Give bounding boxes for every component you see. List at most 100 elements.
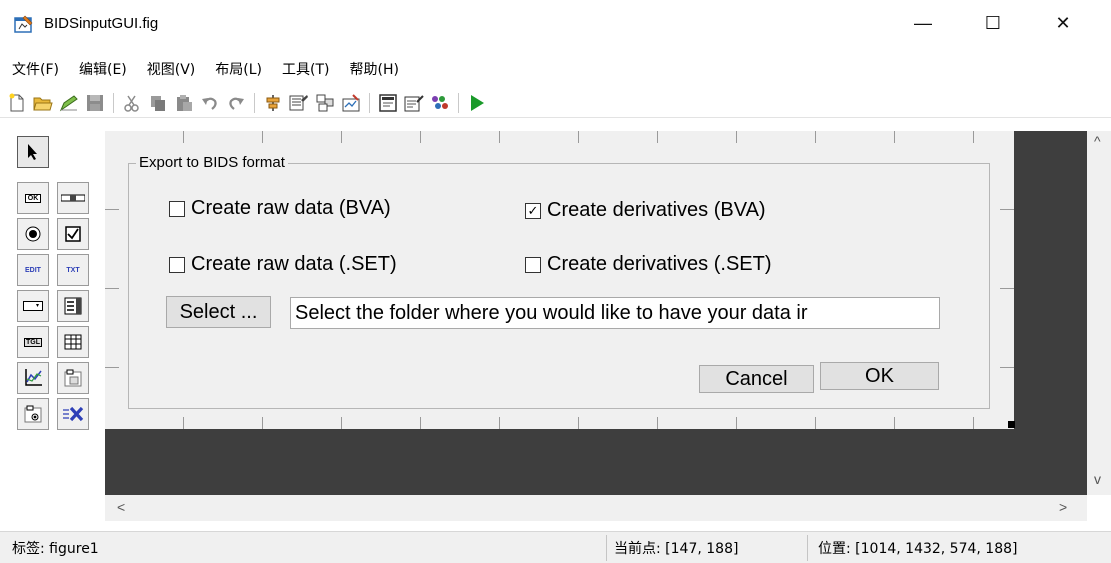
- editor-icon[interactable]: [403, 92, 425, 114]
- push-button-icon: OK: [24, 193, 42, 203]
- checkbox-derivatives-bva[interactable]: ✓ Create derivatives (BVA): [525, 199, 766, 222]
- palette-select-tool[interactable]: [17, 136, 49, 168]
- palette-slider[interactable]: [57, 182, 89, 214]
- toolbar-editor-icon[interactable]: [429, 92, 451, 114]
- close-button[interactable]: ✕: [1040, 0, 1086, 46]
- palette-push-button[interactable]: OK: [17, 182, 49, 214]
- object-browser-icon[interactable]: [377, 92, 399, 114]
- toolbar-separator: [113, 92, 114, 113]
- toggle-button-icon: TGL: [24, 337, 42, 347]
- close-icon: ✕: [1055, 12, 1071, 33]
- palette-edit-text[interactable]: EDIT: [17, 254, 49, 286]
- scroll-up-icon[interactable]: ^: [1094, 133, 1101, 149]
- palette-button-group[interactable]: [17, 398, 49, 430]
- ok-button[interactable]: OK: [820, 362, 939, 390]
- horizontal-scrollbar[interactable]: < >: [105, 495, 1087, 521]
- slider-icon: [61, 194, 85, 202]
- menu-layout[interactable]: 布局(L): [215, 59, 262, 79]
- checkbox-box: [169, 256, 185, 273]
- checkbox-label: Create derivatives (BVA): [547, 199, 766, 221]
- palette-checkbox[interactable]: [57, 218, 89, 250]
- cancel-button[interactable]: Cancel: [699, 365, 814, 393]
- menu-editor-icon[interactable]: [340, 92, 362, 114]
- status-divider: [606, 535, 607, 561]
- tab-order-icon[interactable]: [314, 92, 336, 114]
- activex-icon: [63, 406, 84, 422]
- table-icon: [64, 334, 82, 350]
- select-folder-button[interactable]: Select ...: [166, 296, 271, 328]
- figure-app-icon: [14, 14, 34, 34]
- checkbox-label: Create derivatives (.SET): [547, 253, 772, 275]
- figure-resize-handle[interactable]: [1008, 421, 1015, 428]
- property-inspector-icon[interactable]: [288, 92, 310, 114]
- static-text-icon: TXT: [66, 266, 80, 274]
- open-folder-icon[interactable]: [32, 92, 54, 114]
- listbox-icon: [64, 297, 82, 315]
- checkbox-box-checked: ✓: [525, 202, 541, 219]
- paste-icon[interactable]: [173, 92, 195, 114]
- minimize-icon: —: [914, 12, 932, 33]
- popup-menu-icon: [23, 301, 43, 311]
- folder-path-input[interactable]: Select the folder where you would like t…: [290, 297, 940, 329]
- palette-activex[interactable]: [57, 398, 89, 430]
- palette-panel[interactable]: [57, 362, 89, 394]
- scroll-right-icon[interactable]: >: [1059, 499, 1067, 515]
- checkbox-label: Create raw data (BVA): [191, 197, 391, 219]
- checkbox-box: [525, 256, 541, 273]
- menu-edit[interactable]: 编辑(E): [79, 59, 127, 79]
- status-divider: [807, 535, 808, 561]
- copy-icon[interactable]: [147, 92, 169, 114]
- status-position: 位置: [1014, 1432, 574, 188]: [818, 541, 1018, 557]
- toolbar-separator: [369, 92, 370, 113]
- edit-text-icon: EDIT: [25, 266, 41, 274]
- status-bar: 标签: figure1 当前点: [147, 188] 位置: [1014, 1…: [0, 531, 1111, 563]
- redo-icon[interactable]: [225, 92, 247, 114]
- maximize-button[interactable]: ☐: [970, 0, 1016, 46]
- menu-help[interactable]: 帮助(H): [350, 59, 399, 79]
- status-tag: 标签: figure1: [12, 541, 99, 557]
- run-icon[interactable]: [466, 92, 488, 114]
- new-file-icon[interactable]: [6, 92, 28, 114]
- scroll-left-icon[interactable]: <: [117, 499, 125, 515]
- menu-view[interactable]: 视图(V): [147, 59, 196, 79]
- palette-toggle-button[interactable]: TGL: [17, 326, 49, 358]
- arrow-pointer-icon: [28, 144, 37, 160]
- checkbox-icon: [65, 226, 81, 242]
- menu-file[interactable]: 文件(F): [12, 59, 59, 79]
- toolbar-separator: [458, 92, 459, 113]
- status-current-point: 当前点: [147, 188]: [614, 541, 739, 557]
- scroll-down-icon[interactable]: v: [1094, 471, 1101, 487]
- checkbox-label: Create raw data (.SET): [191, 253, 397, 275]
- toolbar-separator: [254, 92, 255, 113]
- panel-title: Export to BIDS format: [136, 154, 288, 171]
- button-group-icon: [24, 405, 42, 423]
- minimize-button[interactable]: —: [900, 0, 946, 46]
- vertical-scrollbar[interactable]: ^ v: [1087, 131, 1111, 495]
- checkbox-raw-bva[interactable]: Create raw data (BVA): [169, 197, 391, 220]
- checkbox-raw-set[interactable]: Create raw data (.SET): [169, 253, 397, 276]
- checkbox-box: [169, 200, 185, 217]
- undo-icon[interactable]: [199, 92, 221, 114]
- menu-bar: 文件(F) 编辑(E) 视图(V) 布局(L) 工具(T) 帮助(H): [0, 57, 1111, 81]
- menu-tools[interactable]: 工具(T): [282, 59, 329, 79]
- palette-listbox[interactable]: [57, 290, 89, 322]
- save-icon[interactable]: [84, 92, 106, 114]
- panel-icon: [64, 369, 82, 387]
- checkbox-derivatives-set[interactable]: Create derivatives (.SET): [525, 253, 772, 276]
- maximize-icon: ☐: [984, 12, 1002, 33]
- palette-popup-menu[interactable]: [17, 290, 49, 322]
- edit-icon[interactable]: [58, 92, 80, 114]
- toolbar: [0, 88, 1111, 118]
- palette-axes[interactable]: [17, 362, 49, 394]
- figure-area[interactable]: Export to BIDS format Create raw data (B…: [105, 131, 1015, 429]
- layout-canvas[interactable]: Export to BIDS format Create raw data (B…: [105, 131, 1087, 495]
- palette-static-text[interactable]: TXT: [57, 254, 89, 286]
- axes-icon: [25, 369, 42, 386]
- cut-icon[interactable]: [121, 92, 143, 114]
- palette-table[interactable]: [57, 326, 89, 358]
- window-title: BIDSinputGUI.fig: [44, 15, 159, 32]
- export-panel[interactable]: Export to BIDS format Create raw data (B…: [128, 154, 990, 409]
- radio-button-icon: [25, 226, 41, 242]
- align-icon[interactable]: [262, 92, 284, 114]
- palette-radio-button[interactable]: [17, 218, 49, 250]
